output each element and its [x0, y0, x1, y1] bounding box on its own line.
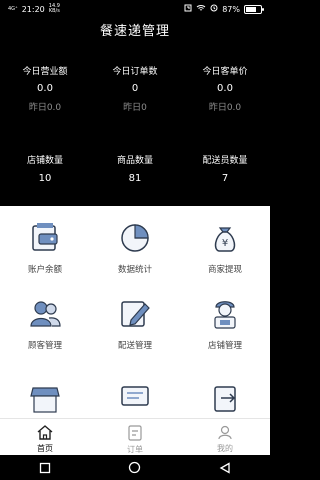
- grid-label: 商家提现: [207, 265, 242, 275]
- stat-label: 店铺数量: [26, 156, 63, 166]
- grid-item-delivery-mgmt[interactable]: 配送管理: [90, 296, 180, 351]
- grid-item-customer-mgmt[interactable]: 顾客管理: [0, 296, 90, 351]
- recent-apps-icon[interactable]: [39, 462, 51, 474]
- alarm-icon: [210, 4, 218, 14]
- tab-label: 首页: [37, 444, 53, 453]
- today-stats-row: 今日营业额 0.0 昨日0.0 今日订单数 0 昨日0 今日客单价 0.0 昨日…: [0, 64, 270, 113]
- grid-item-store[interactable]: [0, 378, 90, 414]
- stat-shops[interactable]: 店铺数量 10: [0, 153, 90, 184]
- stat-yesterday: 昨日0.0: [208, 103, 242, 113]
- logout-icon: [214, 386, 236, 412]
- network-indicator: 4G⁺: [8, 5, 18, 12]
- grid-item-logout[interactable]: [180, 378, 270, 414]
- order-icon: [128, 425, 142, 441]
- wifi-icon: [196, 4, 206, 14]
- stat-value: 0: [131, 83, 139, 94]
- stat-yesterday: 昨日0.0: [28, 103, 62, 113]
- network-speed-unit: KB/s: [48, 8, 60, 14]
- wallet-icon: [32, 223, 58, 251]
- stat-label: 今日客单价: [202, 67, 248, 77]
- back-icon[interactable]: [219, 461, 231, 474]
- stat-label: 今日订单数: [112, 67, 158, 77]
- clock: 21:20: [21, 4, 45, 14]
- grid-label: 顾客管理: [27, 341, 62, 351]
- tab-label: 我的: [217, 444, 233, 453]
- stat-label: 今日营业额: [22, 67, 68, 77]
- battery-percent: 87%: [222, 4, 240, 14]
- stat-value: 7: [221, 173, 229, 184]
- message-icon: [121, 386, 149, 406]
- status-left: 4G⁺ 21:20 14.9 KB/s: [8, 4, 60, 14]
- edit-icon: [121, 301, 150, 327]
- status-right: 87%: [184, 4, 264, 14]
- svg-text:¥: ¥: [222, 238, 228, 249]
- count-stats-row: 店铺数量 10 商品数量 81 配送员数量 7: [0, 153, 270, 184]
- tab-home[interactable]: 首页: [0, 419, 90, 455]
- users-icon: [30, 301, 61, 327]
- stat-revenue[interactable]: 今日营业额 0.0 昨日0.0: [0, 64, 90, 113]
- function-grid: 账户余额 数据统计 ¥ 商家提现 顾客管理 配送管理 店铺管理: [0, 206, 270, 418]
- home-icon: [37, 425, 53, 440]
- bottom-tab-bar: 首页 订单 我的: [0, 418, 270, 455]
- stat-value: 81: [128, 173, 142, 184]
- stat-products[interactable]: 商品数量 81: [90, 153, 180, 184]
- grid-label: 账户余额: [27, 265, 62, 275]
- stat-orders[interactable]: 今日订单数 0 昨日0: [90, 64, 180, 113]
- stat-value: 0.0: [37, 83, 53, 94]
- grid-item-shop-mgmt[interactable]: 店铺管理: [180, 296, 270, 351]
- pie-chart-icon: [121, 224, 149, 252]
- grid-label: 店铺管理: [207, 341, 242, 351]
- nfc-icon: [184, 4, 192, 14]
- stat-yesterday: 昨日0: [123, 103, 147, 113]
- profile-icon: [218, 425, 232, 440]
- stat-couriers[interactable]: 配送员数量 7: [180, 153, 270, 184]
- grid-item-merchant-withdraw[interactable]: ¥ 商家提现: [180, 220, 270, 275]
- tab-orders[interactable]: 订单: [90, 419, 180, 455]
- delivery-person-icon: [214, 301, 236, 329]
- grid-item-data-stats[interactable]: 数据统计: [90, 220, 180, 275]
- tab-label: 订单: [127, 445, 143, 454]
- grid-label: 配送管理: [117, 341, 152, 351]
- grid-item-messages[interactable]: [90, 378, 180, 414]
- stat-label: 商品数量: [116, 156, 153, 166]
- status-bar: 4G⁺ 21:20 14.9 KB/s 87%: [0, 0, 270, 18]
- money-bag-icon: ¥: [214, 227, 236, 252]
- page-title: 餐速递管理: [99, 24, 170, 39]
- store-icon: [30, 387, 60, 413]
- grid-item-account-balance[interactable]: 账户余额: [0, 220, 90, 275]
- tab-profile[interactable]: 我的: [180, 419, 270, 455]
- stat-value: 10: [38, 173, 52, 184]
- battery-icon: [244, 4, 264, 14]
- stat-value: 0.0: [217, 83, 233, 94]
- home-button-icon[interactable]: [128, 461, 141, 474]
- stat-avg-order[interactable]: 今日客单价 0.0 昨日0.0: [180, 64, 270, 113]
- system-nav-bar: [0, 455, 270, 480]
- grid-label: 数据统计: [117, 265, 152, 275]
- stat-label: 配送员数量: [202, 156, 248, 166]
